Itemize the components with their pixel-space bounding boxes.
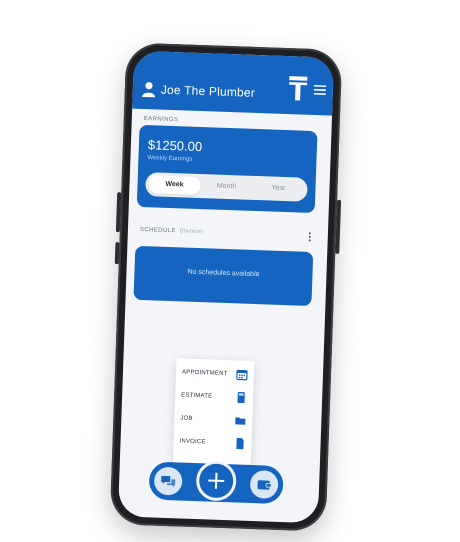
calculator-icon <box>237 392 245 404</box>
kebab-menu-icon[interactable] <box>308 232 312 242</box>
schedule-section-label: SCHEDULE <box>139 226 176 235</box>
earnings-subtitle: Weekly Earnings <box>147 155 193 163</box>
menu-item-label: ESTIMATE <box>181 392 213 400</box>
earnings-card: $1250.00 Weekly Earnings Week Month Year <box>136 124 318 214</box>
menu-item-label: JOB <box>180 415 193 422</box>
period-tab-week[interactable]: Week <box>148 175 201 196</box>
t-logo-icon <box>289 76 308 101</box>
menu-item-label: INVOICE <box>179 438 206 446</box>
app-header: Joe The Plumber <box>132 50 335 116</box>
phone-frame: Joe The Plumber EARNINGS $1250.00 Weekly… <box>109 42 343 532</box>
earnings-amount: $1250.00 <box>147 137 203 155</box>
menu-item-estimate[interactable]: ESTIMATE <box>181 389 248 411</box>
quick-add-menu: APPOINTMENT ESTIMATE JOB INVOICE <box>172 358 255 465</box>
schedule-sub-label: (Invoice) <box>179 228 204 236</box>
chat-button[interactable] <box>153 466 183 496</box>
volume-up-button <box>115 192 122 233</box>
power-button <box>335 199 342 254</box>
phone-screen: Joe The Plumber EARNINGS $1250.00 Weekly… <box>117 50 335 524</box>
schedule-empty-text: No schedules available <box>187 268 260 279</box>
folder-icon <box>235 417 246 425</box>
menu-item-label: APPOINTMENT <box>181 369 228 378</box>
chat-icon <box>161 475 176 488</box>
earnings-section-label: EARNINGS <box>143 116 179 124</box>
calendar-icon <box>236 369 248 381</box>
add-button[interactable] <box>198 463 234 499</box>
menu-item-appointment[interactable]: APPOINTMENT <box>182 366 249 388</box>
hamburger-menu-icon[interactable] <box>313 84 327 95</box>
period-tab-year[interactable]: Year <box>252 179 305 199</box>
bottom-nav <box>148 461 284 505</box>
wallet-icon <box>257 480 272 490</box>
wallet-button[interactable] <box>249 469 279 499</box>
document-icon <box>236 437 244 450</box>
page-title: Joe The Plumber <box>160 82 256 100</box>
menu-item-job[interactable]: JOB <box>180 411 247 433</box>
volume-down-button <box>114 242 120 265</box>
menu-item-invoice[interactable]: INVOICE <box>179 434 246 456</box>
schedule-card: No schedules available <box>133 245 314 306</box>
plus-icon <box>208 472 225 489</box>
schedule-header: SCHEDULE (Invoice) <box>140 227 318 243</box>
period-segmented-control: Week Month Year <box>145 172 308 202</box>
period-tab-month[interactable]: Month <box>200 177 253 197</box>
person-icon[interactable] <box>142 81 157 98</box>
